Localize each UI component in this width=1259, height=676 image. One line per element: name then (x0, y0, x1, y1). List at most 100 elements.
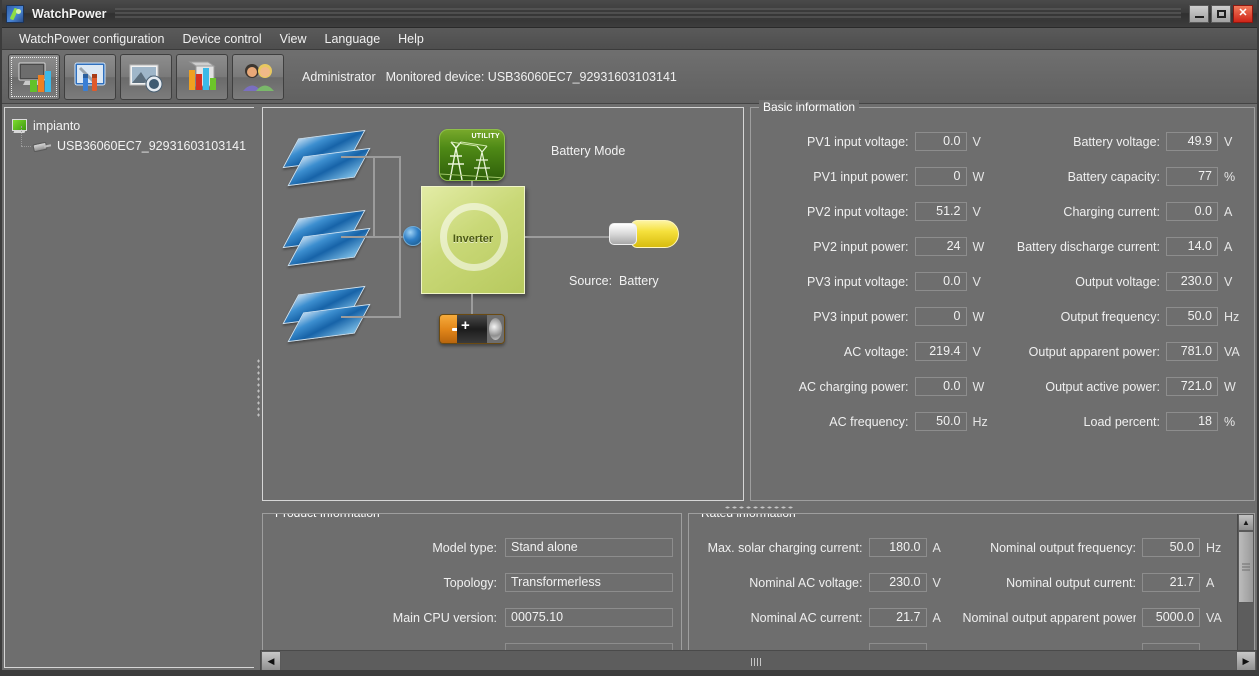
toolbar-button-monitor[interactable] (8, 53, 60, 100)
field-unit: A (932, 540, 941, 555)
title-bar: WatchPower ✕ (2, 0, 1257, 28)
field-unit: VA (1224, 344, 1240, 359)
maximize-button[interactable] (1211, 4, 1231, 23)
scroll-up-button[interactable]: ▲ (1238, 514, 1254, 531)
field-value[interactable]: 230.0 (1166, 272, 1218, 291)
field-value[interactable]: 0 (914, 307, 967, 326)
field-value[interactable]: 5000.0 (1142, 608, 1200, 627)
field-value[interactable]: 49.9 (1166, 132, 1218, 151)
field-label: Load percent: (1083, 414, 1160, 429)
menu-item-help[interactable]: Help (389, 29, 433, 49)
window-controls: ✕ (1189, 4, 1257, 23)
field-value[interactable]: 0.0 (914, 272, 967, 291)
toolbar-button-gallery[interactable] (120, 53, 172, 100)
source-label-text: Source: (569, 274, 613, 288)
basic-information-panel: Basic information PV1 input voltage: 0.0… (750, 100, 1255, 501)
source-label: Source: Battery (569, 274, 659, 288)
scroll-thumb-grip-icon (1242, 563, 1250, 571)
horizontal-splitter[interactable] (262, 501, 1255, 513)
field-value[interactable]: 721.0 (1166, 377, 1218, 396)
field-unit: V (932, 575, 941, 590)
field-unit: W (972, 169, 985, 184)
status-bar (2, 670, 1257, 674)
product-information-fields: Model type: Stand alone Topology: Transf… (263, 514, 681, 667)
monitored-device-value: USB36060EC7_92931603103141 (487, 69, 677, 84)
horizontal-scroll-track[interactable] (281, 651, 1236, 671)
menu-item-view[interactable]: View (271, 29, 316, 49)
field-value[interactable]: 180.0 (868, 538, 927, 557)
field-unit: V (972, 344, 981, 359)
field-unit: A (932, 610, 941, 625)
field-value[interactable]: 24 (914, 237, 967, 256)
vertical-splitter[interactable] (254, 107, 262, 668)
menu-item-watchpower-configuration[interactable]: WatchPower configuration (10, 29, 173, 49)
field-max-solar-charging-current: Max. solar charging current: 180.0 A (689, 530, 963, 565)
close-button[interactable]: ✕ (1233, 4, 1253, 23)
field-unit: W (972, 309, 985, 324)
field-label: PV3 input power: (813, 309, 909, 324)
field-pv2-input-voltage: PV2 input voltage: 51.2 V (751, 194, 1003, 229)
vertical-scrollbar[interactable]: ▲ ▼ (1237, 514, 1254, 667)
minimize-button[interactable] (1189, 4, 1209, 23)
field-value[interactable]: 230.0 (868, 573, 927, 592)
toolbar-button-reports[interactable] (176, 53, 228, 100)
basic-information-legend: Basic information (759, 100, 860, 114)
field-value[interactable]: 50.0 (1142, 538, 1200, 557)
pv-junction-node (403, 226, 423, 246)
field-pv3-input-voltage: PV3 input voltage: 0.0 V (751, 264, 1003, 299)
field-unit: % (1224, 169, 1236, 184)
field-label: AC charging power: (798, 379, 909, 394)
field-load-percent: Load percent: 18 % (1003, 404, 1255, 439)
field-value[interactable]: Stand alone (505, 538, 673, 557)
sidebar-item-usb-device[interactable]: USB36060EC7_92931603103141 (11, 126, 254, 156)
field-value[interactable]: 0 (914, 167, 967, 186)
sidebar-item-impianto[interactable]: impianto (11, 116, 254, 136)
utility-grid-icon: UTILITY (439, 129, 505, 181)
field-pv1-input-power: PV1 input power: 0 W (751, 159, 1003, 194)
field-value[interactable]: 51.2 (914, 202, 967, 221)
field-value[interactable]: 21.7 (868, 608, 927, 627)
field-value[interactable]: 781.0 (1166, 342, 1218, 361)
field-label: Charging current: (1063, 204, 1160, 219)
field-value[interactable]: 50.0 (914, 412, 967, 431)
source-value: Battery (619, 274, 659, 288)
menu-bar: WatchPower configuration Device control … (2, 28, 1257, 50)
field-value[interactable]: 0.0 (1166, 202, 1218, 221)
menu-item-language[interactable]: Language (316, 29, 390, 49)
field-value[interactable]: 14.0 (1166, 237, 1218, 256)
scroll-right-button[interactable]: ▶ (1236, 651, 1256, 671)
field-value[interactable]: 21.7 (1142, 573, 1200, 592)
toolbar-button-users[interactable] (232, 53, 284, 100)
device-tree-sidebar: impianto USB36060EC7_92931603103141 (4, 107, 254, 668)
scroll-left-button[interactable]: ◀ (261, 651, 281, 671)
field-nominal-ac-current: Nominal AC current: 21.7 A (689, 600, 963, 635)
field-unit: V (972, 204, 981, 219)
field-value[interactable]: Transformerless (505, 573, 673, 592)
field-value[interactable]: 219.4 (914, 342, 967, 361)
vertical-scroll-thumb[interactable] (1238, 531, 1254, 603)
vertical-scroll-track[interactable] (1238, 531, 1254, 650)
field-value[interactable]: 00075.10 (505, 608, 673, 627)
watchpower-window: WatchPower ✕ WatchPower configuration De… (0, 0, 1259, 676)
content-area: UTILITY Inverter + Battery Mode Source: … (262, 100, 1255, 668)
field-label: PV2 input power: (813, 239, 909, 254)
field-label: Battery discharge current: (1016, 239, 1160, 254)
field-battery-discharge-current: Battery discharge current: 14.0 A (1003, 229, 1255, 264)
field-value[interactable]: 18 (1166, 412, 1218, 431)
field-value[interactable]: 50.0 (1166, 307, 1218, 326)
field-unit: A (1206, 575, 1215, 590)
field-value[interactable]: 0.0 (914, 132, 967, 151)
menu-item-device-control[interactable]: Device control (173, 29, 270, 49)
field-unit: A (1224, 239, 1233, 254)
sidebar-child-label: USB36060EC7_92931603103141 (57, 139, 247, 153)
field-label: Nominal AC current: (750, 610, 863, 625)
field-label: Output apparent power: (1028, 344, 1160, 359)
field-value[interactable]: 0.0 (914, 377, 967, 396)
rated-information-panel: Rated information Max. solar charging cu… (688, 513, 1255, 668)
power-flow-diagram: UTILITY Inverter + Battery Mode Source: … (263, 108, 743, 500)
field-value[interactable]: 77 (1166, 167, 1218, 186)
field-nominal-output-frequency: Nominal output frequency: 50.0 Hz (963, 530, 1237, 565)
horizontal-scrollbar[interactable]: ◀ ▶ (260, 650, 1257, 672)
field-unit: V (1224, 274, 1233, 289)
toolbar-button-settings[interactable] (64, 53, 116, 100)
